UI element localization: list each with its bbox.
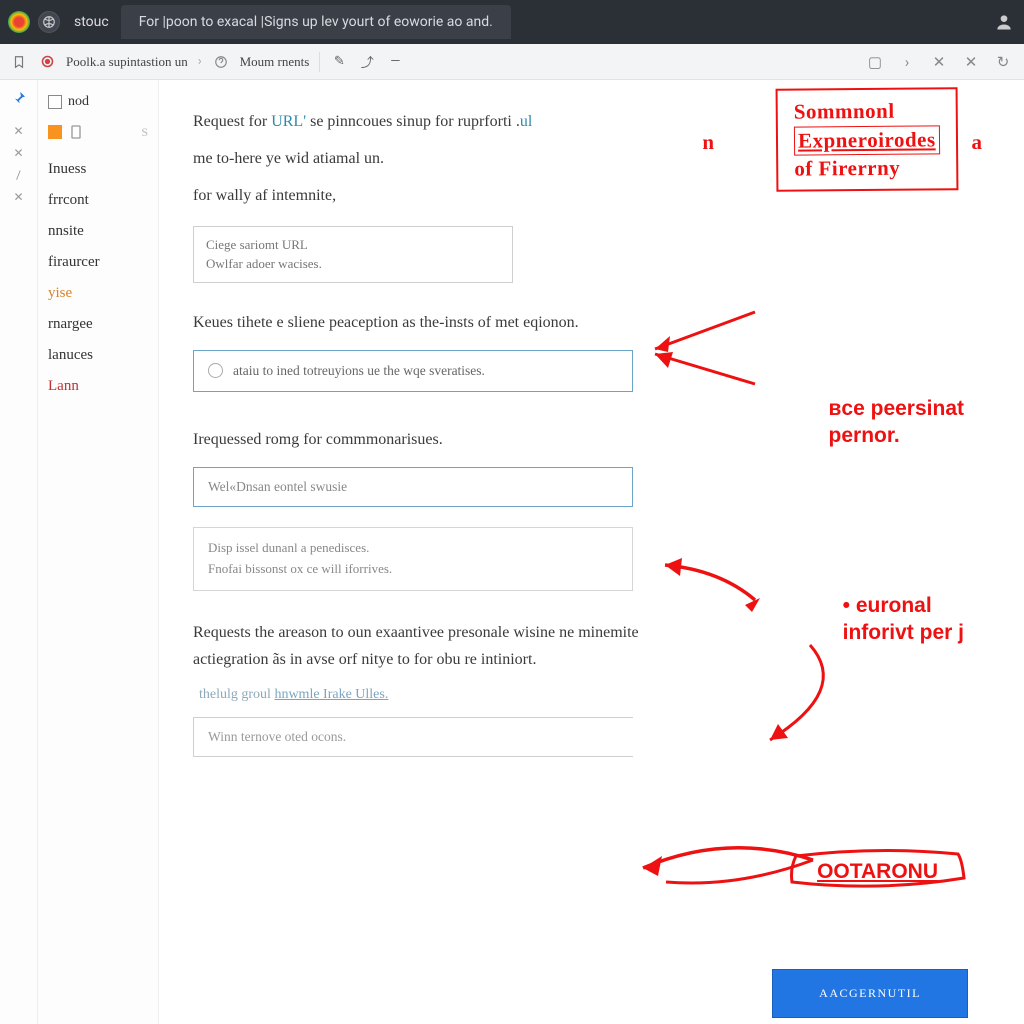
- next-icon[interactable]: ›: [896, 53, 918, 71]
- url-link[interactable]: URL': [271, 113, 306, 130]
- target-icon[interactable]: [38, 53, 56, 71]
- chevron-right-icon: ›: [198, 54, 202, 69]
- sidebar-row-2[interactable]: S: [48, 124, 148, 140]
- gutter-x1[interactable]: ✕: [0, 124, 37, 138]
- sidebar-item-0[interactable]: Inuess: [48, 154, 148, 185]
- share-icon[interactable]: ⤴: [358, 53, 376, 71]
- info-box-1-l2: Owlfar adoer wacises.: [206, 254, 500, 274]
- gutter: ✕ ✕ / ✕: [0, 80, 38, 1024]
- gutter-x3[interactable]: ✕: [0, 190, 37, 204]
- section-1-text: Keues tihete e sliene peaception as the-…: [193, 309, 653, 336]
- section-3-text: Requests the areason to oun exaantivee p…: [193, 619, 683, 673]
- sidebar-badge: S: [141, 125, 148, 140]
- gutter-x2[interactable]: ✕: [0, 146, 37, 160]
- sidebar-item-6[interactable]: lanuces: [48, 340, 148, 371]
- submit-button-label: AACGERNUTIL: [819, 986, 921, 1000]
- bookmark-icon[interactable]: [10, 53, 28, 71]
- close-icon-2[interactable]: ✕: [960, 53, 982, 71]
- radio-circle-icon: [208, 363, 223, 378]
- pin-icon[interactable]: [0, 90, 37, 110]
- radio-label: ataiu to ined totreuyions ue the wqe sve…: [233, 363, 485, 379]
- window-icon[interactable]: ▢: [864, 53, 886, 71]
- close-icon[interactable]: ✕: [928, 53, 950, 71]
- breadcrumb-1[interactable]: Poolk.a supintastion un: [66, 54, 188, 70]
- refresh-icon[interactable]: ↻: [992, 53, 1014, 71]
- radio-option[interactable]: ataiu to ined totreuyions ue the wqe sve…: [193, 350, 633, 392]
- text-input-2-placeholder: Winn ternove oted ocons.: [208, 729, 346, 744]
- tab-title: For |poon to exacal |Signs up lev yourt …: [139, 14, 493, 30]
- sidebar-item-4[interactable]: yise: [48, 278, 148, 309]
- edit-icon[interactable]: ✎: [330, 53, 348, 71]
- chrome-icon: [8, 11, 30, 33]
- breadcrumb-2[interactable]: Moum rnents: [240, 54, 310, 70]
- text-input-1-placeholder: Wel«Dnsan eontel swusie: [208, 479, 347, 494]
- intro-line-1: Request for URL' se pinncoues sinup for …: [193, 108, 984, 135]
- site-favicon: [38, 11, 60, 33]
- submit-button[interactable]: AACGERNUTIL: [772, 969, 968, 1018]
- note-box: Disp issel dunanl a penedisces. Fnofai b…: [193, 527, 633, 591]
- text-input-2[interactable]: Winn ternove oted ocons.: [193, 717, 633, 757]
- more-icon[interactable]: ―: [386, 53, 404, 71]
- ul-link[interactable]: ul: [520, 113, 532, 130]
- gutter-slash: /: [0, 168, 37, 182]
- profile-icon[interactable]: [992, 10, 1016, 34]
- section-2-text: Irequessed romg for commmonarisues.: [193, 426, 984, 453]
- browser-tab[interactable]: For |poon to exacal |Signs up lev yourt …: [121, 5, 511, 39]
- square-icon: [48, 95, 62, 109]
- toolbar: Poolk.a supintastion un › Moum rnents ✎ …: [0, 44, 1024, 80]
- note-l1: Disp issel dunanl a penedisces.: [208, 538, 618, 559]
- browser-titlebar: stouc For |poon to exacal |Signs up lev …: [0, 0, 1024, 44]
- sidebar-item-2[interactable]: nnsite: [48, 216, 148, 247]
- sidebar-item-5[interactable]: rnargee: [48, 309, 148, 340]
- sidebar-item-3[interactable]: firaurcer: [48, 247, 148, 278]
- info-box-1-l1: Ciege sariomt URL: [206, 235, 500, 255]
- intro-line-2: me to-here ye wid atiamal un.: [193, 145, 984, 172]
- sidebar-item-7[interactable]: Lann: [48, 371, 148, 402]
- intro-line-3: for wally af intemnite,: [193, 182, 984, 209]
- site-label: stouc: [74, 14, 109, 30]
- sidebar-item-1[interactable]: frrcont: [48, 185, 148, 216]
- sidebar-row-1-label: nod: [68, 94, 89, 110]
- hint-text: thelulg groul hnwmle Irake Ulles.: [199, 687, 984, 703]
- hint-link[interactable]: hnwmle Irake Ulles.: [274, 687, 388, 702]
- main-content: Request for URL' se pinncoues sinup for …: [158, 80, 1024, 1024]
- doc-icon: [68, 124, 84, 140]
- orange-square-icon: [48, 125, 62, 139]
- sidebar-row-1[interactable]: nod: [48, 94, 148, 110]
- help-icon[interactable]: [212, 53, 230, 71]
- text-input-1[interactable]: Wel«Dnsan eontel swusie: [193, 467, 633, 507]
- note-l2: Fnofai bissonst ox ce will iforrives.: [208, 559, 618, 580]
- info-box-1: Ciege sariomt URL Owlfar adoer wacises.: [193, 226, 513, 283]
- sidebar: nod S Inuessfrrcontnnsitefiraurceryisern…: [38, 80, 158, 1024]
